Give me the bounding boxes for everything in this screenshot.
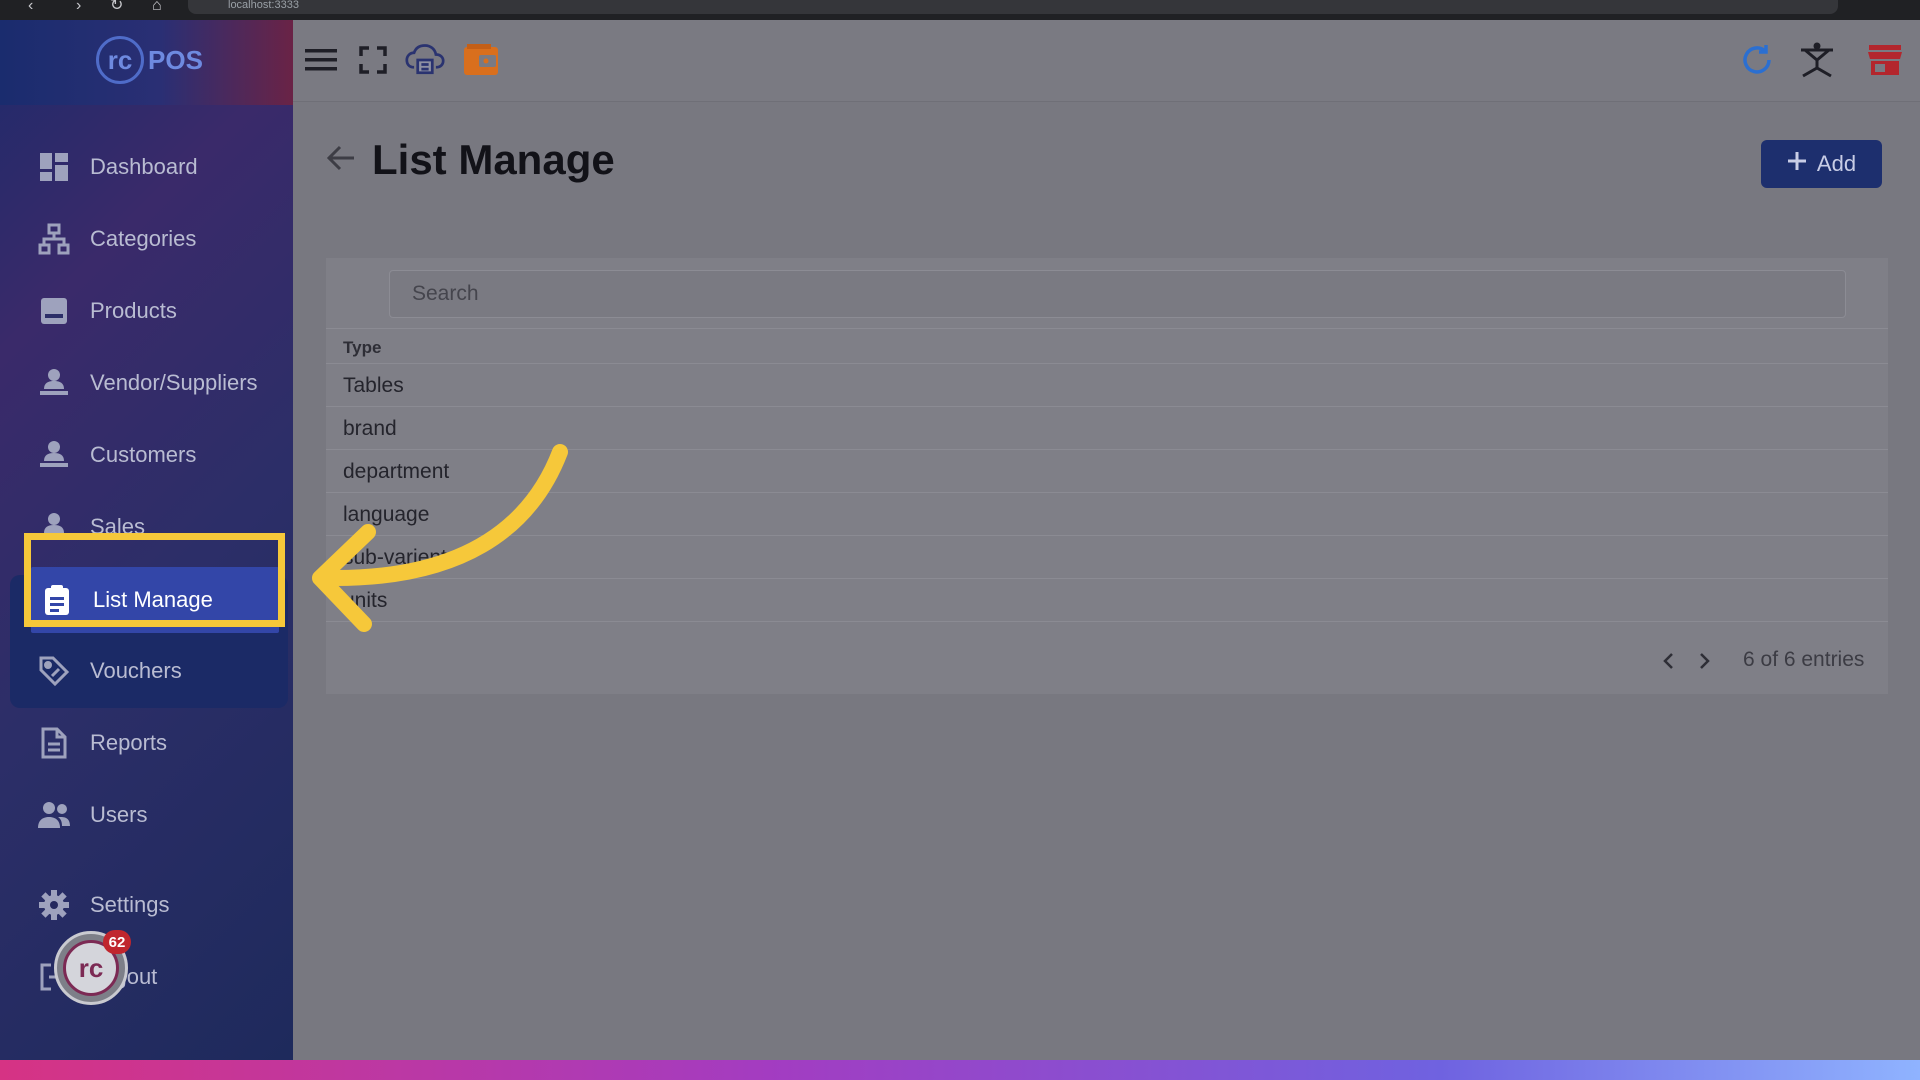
sidebar-item-label: Categories xyxy=(90,226,197,251)
notification-badge: 62 xyxy=(103,930,131,954)
table-cell-type: units xyxy=(343,589,388,612)
search-input[interactable] xyxy=(389,270,1846,318)
list-card: Type Tables brand department language su… xyxy=(326,258,1888,694)
table-row[interactable]: brand xyxy=(326,407,1888,450)
sidebar-item-label: Reports xyxy=(90,730,168,755)
menu-icon[interactable] xyxy=(301,40,341,80)
logo-text: POS xyxy=(148,44,203,75)
table-row[interactable]: units xyxy=(326,579,1888,622)
browser-back-icon[interactable]: ‹ xyxy=(28,0,33,14)
logo-mark: rc xyxy=(96,36,144,84)
sidebar-item-label: Settings xyxy=(90,892,170,917)
fullscreen-icon[interactable] xyxy=(353,40,393,80)
sidebar-item-label: Vouchers xyxy=(90,658,182,683)
entries-count: 6 of 6 entries xyxy=(1743,648,1865,671)
top-bar xyxy=(293,20,1920,102)
table-header: Type xyxy=(326,328,1888,364)
sitemap-icon xyxy=(36,221,72,257)
column-header-type: Type xyxy=(343,338,382,357)
person-desk-icon xyxy=(36,437,72,473)
refresh-icon[interactable] xyxy=(1737,40,1777,80)
url-text: localhost:3333 xyxy=(228,0,299,11)
sidebar-item-label: Products xyxy=(90,298,177,323)
document-icon xyxy=(36,725,72,761)
sidebar-item-vouchers[interactable]: Vouchers xyxy=(10,638,288,704)
table-cell-type: brand xyxy=(343,417,397,440)
cloud-print-icon[interactable] xyxy=(405,40,445,80)
add-button-label: Add xyxy=(1816,151,1857,176)
tag-icon xyxy=(36,653,72,689)
box-icon xyxy=(36,293,72,329)
users-icon xyxy=(36,797,72,833)
table-row[interactable]: language xyxy=(326,493,1888,536)
table-cell-type: department xyxy=(343,460,450,483)
browser-home-icon[interactable]: ⌂ xyxy=(152,0,162,14)
back-arrow-icon[interactable] xyxy=(326,144,360,178)
page-title: List Manage xyxy=(372,136,615,183)
dashboard-icon xyxy=(36,149,72,185)
table-row[interactable]: department xyxy=(326,450,1888,493)
browser-reload-icon[interactable]: ↻ xyxy=(110,0,123,14)
browser-toolbar: ‹ › ↻ ⌂ localhost:3333 xyxy=(0,0,1920,20)
sidebar-item-vendor-suppliers[interactable]: Vendor/Suppliers xyxy=(10,350,288,416)
sidebar-item-label: Dashboard xyxy=(90,154,198,179)
sidebar-item-logout[interactable]: Logout xyxy=(10,944,288,1010)
table-cell-type: Tables xyxy=(343,374,404,397)
bottom-gradient-bar xyxy=(0,1060,1920,1080)
chevron-right-icon[interactable] xyxy=(1694,650,1716,672)
sidebar-item-reports[interactable]: Reports xyxy=(10,710,288,776)
sidebar-item-settings[interactable]: Settings xyxy=(10,872,288,938)
sidebar-item-label: Users xyxy=(90,802,148,827)
table-row[interactable]: sub-varient xyxy=(326,536,1888,579)
browser-forward-icon[interactable]: › xyxy=(76,0,81,14)
sidebar-item-users[interactable]: Users xyxy=(10,782,288,848)
add-button[interactable]: Add xyxy=(1761,140,1882,188)
wallet-icon[interactable] xyxy=(461,40,501,80)
table-cell-type: language xyxy=(343,503,430,526)
address-bar[interactable] xyxy=(188,0,1838,14)
sidebar-item-categories[interactable]: Categories xyxy=(10,206,288,272)
gear-icon xyxy=(36,887,72,923)
sidebar-item-customers[interactable]: Customers xyxy=(10,422,288,488)
person-desk-icon xyxy=(36,365,72,401)
sidebar-item-label: Customers xyxy=(90,442,197,467)
network-icon[interactable] xyxy=(1797,40,1837,80)
chevron-left-icon[interactable] xyxy=(1657,650,1679,672)
plus-icon xyxy=(1787,151,1807,177)
sidebar-item-label: Vendor/Suppliers xyxy=(90,370,258,395)
sidebar-item-dashboard[interactable]: Dashboard xyxy=(10,134,288,200)
store-icon[interactable] xyxy=(1865,40,1905,80)
highlight-box xyxy=(24,533,285,627)
sidebar-item-products[interactable]: Products xyxy=(10,278,288,344)
sidebar-header: rc POS xyxy=(0,20,293,105)
table-row[interactable]: Tables xyxy=(326,364,1888,407)
app-logo[interactable]: rc POS xyxy=(96,34,206,86)
table-cell-type: sub-varient xyxy=(343,546,447,569)
